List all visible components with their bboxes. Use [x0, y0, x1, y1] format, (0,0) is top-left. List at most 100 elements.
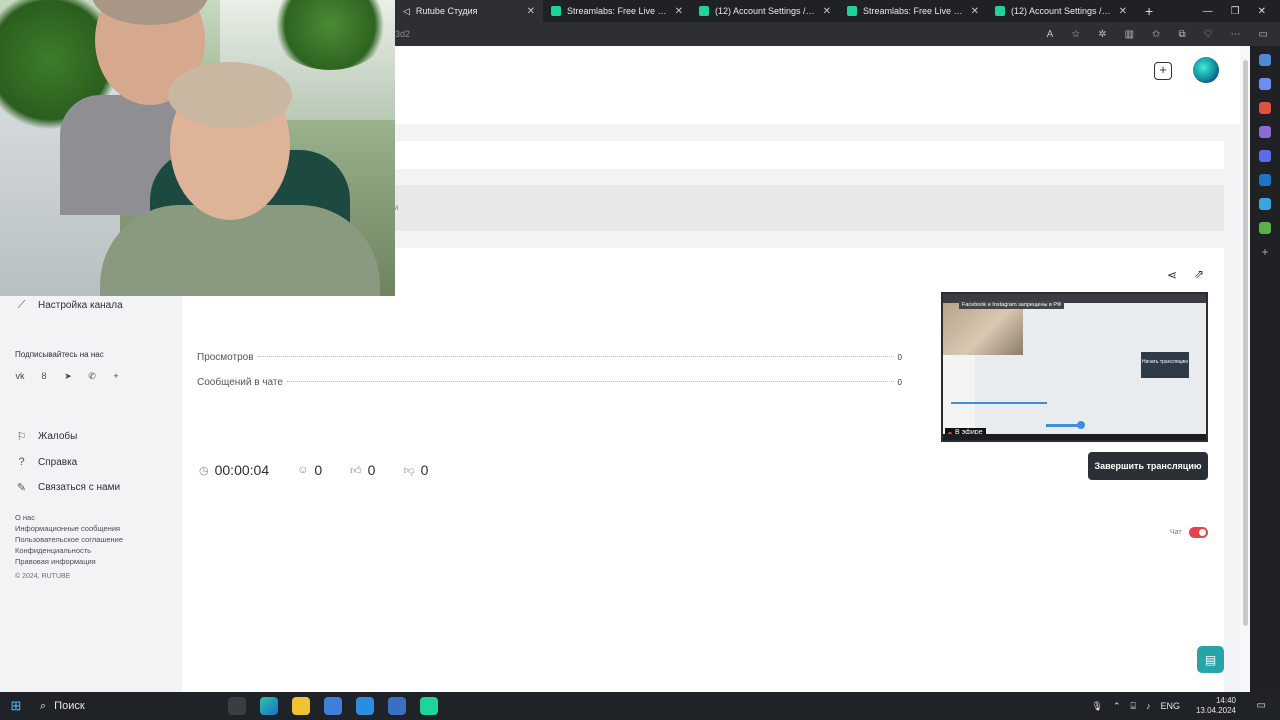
tab-streamlabs-1[interactable]: Streamlabs: Free Live Streaming ✕ — [543, 0, 691, 22]
tab-account-settings-2[interactable]: (12) Account Settings / Stream ✕ — [987, 0, 1135, 22]
help-icon: ? — [18, 456, 25, 468]
duration-value: 00:00:04 — [214, 462, 270, 478]
minimize-icon[interactable]: — — [1203, 6, 1213, 17]
tree-icon[interactable] — [1259, 222, 1271, 234]
chat-toggle[interactable] — [1189, 527, 1208, 538]
taskbar-search[interactable]: ⌕ Поиск — [32, 692, 222, 720]
preview-banner: Facebook и Instagram запрещены в РФ — [959, 301, 1065, 309]
chevron-up-icon[interactable]: ⌃ — [1113, 701, 1121, 712]
streamlabs-icon — [551, 6, 561, 16]
footer-link-legal[interactable]: Правовая информация — [15, 557, 123, 566]
close-icon[interactable]: ✕ — [527, 6, 535, 17]
open-external-icon[interactable]: ⇗ — [1194, 267, 1204, 281]
streamlabs-icon[interactable] — [420, 697, 438, 715]
likes-value: 0 — [367, 462, 376, 478]
favorite-icon[interactable]: ☆ — [1071, 29, 1080, 40]
outlook-icon[interactable] — [1259, 174, 1271, 186]
tab-rutube-studio[interactable]: ◁ Rutube Студия ✕ — [395, 0, 543, 22]
rutube-icon: ◁ — [403, 5, 410, 16]
metric-likes: 👍︎ 0 — [350, 462, 375, 478]
send-icon[interactable] — [1259, 198, 1271, 210]
search-icon[interactable] — [1259, 54, 1271, 66]
close-icon[interactable]: ✕ — [1119, 6, 1127, 17]
sidebar-toggle-icon[interactable]: ▭ — [1259, 29, 1268, 40]
edge-icon[interactable] — [260, 697, 278, 715]
copilot-icon[interactable] — [1259, 150, 1271, 162]
file-explorer-icon[interactable] — [292, 697, 310, 715]
add-icon[interactable]: + — [1259, 246, 1271, 258]
windows-start-icon[interactable]: ⊞ — [0, 698, 32, 714]
scrollbar-thumb[interactable] — [1243, 60, 1248, 626]
maximize-icon[interactable]: ❐ — [1231, 6, 1240, 17]
notifications-icon[interactable]: ▭ — [1257, 700, 1266, 711]
taskbar-apps — [228, 697, 438, 715]
tab-title: (12) Account Settings / Stream — [1011, 6, 1113, 16]
more-socials-icon[interactable]: + — [111, 371, 121, 382]
more-icon[interactable]: ⋯ — [1231, 29, 1241, 40]
window-controls: — ❐ ✕ — [1203, 0, 1280, 22]
magic-wand-icon: ⟋ — [17, 299, 26, 311]
tab-title: (12) Account Settings / Stream — [715, 6, 817, 16]
share-icon[interactable]: ⋖ — [1167, 268, 1177, 282]
close-icon[interactable]: ✕ — [823, 6, 831, 17]
task-view-icon[interactable] — [228, 697, 246, 715]
windows-taskbar: ⊞ ⌕ Поиск 🎙︎ ⌃ ⌸ ♪ ENG 14:40 13.04.2024 … — [0, 692, 1280, 720]
webcam-person-hair — [168, 62, 292, 128]
metric-dislikes: 👎︎ 0 — [403, 462, 428, 478]
streamlabs-icon — [699, 6, 709, 16]
end-stream-button[interactable]: Завершить трансляцию — [1088, 452, 1208, 480]
favorites-icon[interactable]: ✩ — [1152, 29, 1160, 40]
telegram-icon[interactable]: ➤ — [63, 371, 73, 382]
avatar[interactable] — [1193, 57, 1219, 83]
store-icon[interactable] — [324, 697, 342, 715]
read-aloud-icon[interactable]: A — [1047, 29, 1054, 40]
games-icon[interactable] — [1259, 126, 1271, 138]
metric-duration: ◷ 00:00:04 — [199, 462, 269, 478]
heart-icon[interactable]: ♡ — [1204, 29, 1213, 40]
browser-sidebar: + — [1250, 46, 1280, 692]
close-icon[interactable]: ✕ — [971, 6, 979, 17]
extensions-icon[interactable]: ✲ — [1098, 29, 1106, 40]
ok-icon[interactable]: ȣ — [39, 371, 49, 382]
sidebar-item-channel-settings[interactable]: ⟋ Настройка канала — [15, 299, 123, 312]
stream-metrics: ◷ 00:00:04 ☺ 0 👍︎ 0 👎︎ 0 — [199, 462, 456, 478]
page-scrollbar[interactable] — [1240, 46, 1250, 692]
vk-icon[interactable]: vk — [15, 371, 25, 382]
chat-fab-button[interactable]: ▤ — [1197, 646, 1224, 673]
network-icon[interactable]: ⌸ — [1131, 701, 1136, 712]
mail-icon[interactable] — [356, 697, 374, 715]
url-text[interactable]: 3d2 — [395, 29, 410, 39]
footer-link-terms[interactable]: Пользовательское соглашение — [15, 535, 123, 544]
new-tab-button[interactable]: + — [1145, 3, 1153, 19]
footer-links: О нас Информационные сообщения Пользоват… — [15, 513, 123, 566]
dislikes-value: 0 — [420, 462, 429, 478]
streamlabs-icon — [847, 6, 857, 16]
shopping-icon[interactable] — [1259, 78, 1271, 90]
split-screen-icon[interactable]: ▥ — [1125, 29, 1134, 40]
streamlabs-icon — [995, 6, 1005, 16]
tab-account-settings-1[interactable]: (12) Account Settings / Stream ✕ — [691, 0, 839, 22]
language-indicator[interactable]: ENG — [1160, 701, 1180, 711]
sidebar-item-complaints[interactable]: ⚐ Жалобы — [15, 430, 78, 443]
follow-label: Подписывайтесь на нас — [15, 350, 104, 359]
vpn-icon[interactable] — [388, 697, 406, 715]
stream-preview[interactable]: Facebook и Instagram запрещены в РФ Нача… — [941, 292, 1208, 442]
collections-icon[interactable]: ⧉ — [1178, 29, 1185, 40]
social-links: vk ȣ ➤ ✆ + — [15, 371, 121, 382]
footer-link-privacy[interactable]: Конфиденциальность — [15, 546, 123, 555]
footer-link-about[interactable]: О нас — [15, 513, 123, 522]
tab-streamlabs-2[interactable]: Streamlabs: Free Live Streaming ✕ — [839, 0, 987, 22]
microphone-icon[interactable]: 🎙︎ — [1092, 701, 1103, 712]
volume-icon[interactable]: ♪ — [1146, 701, 1151, 711]
clock[interactable]: 14:40 13.04.2024 — [1196, 696, 1236, 716]
viber-icon[interactable]: ✆ — [87, 371, 97, 382]
close-icon[interactable]: ✕ — [675, 6, 683, 17]
footer-link-info[interactable]: Информационные сообщения — [15, 524, 123, 533]
clock-time: 14:40 — [1215, 696, 1236, 705]
preview-start-button: Начать трансляцию — [1141, 352, 1189, 378]
tools-icon[interactable] — [1259, 102, 1271, 114]
add-content-button[interactable]: + — [1154, 62, 1172, 80]
sidebar-item-contact[interactable]: ✎ Связаться с нами — [15, 481, 120, 494]
close-window-icon[interactable]: ✕ — [1258, 6, 1266, 17]
sidebar-item-help[interactable]: ? Справка — [15, 456, 77, 468]
